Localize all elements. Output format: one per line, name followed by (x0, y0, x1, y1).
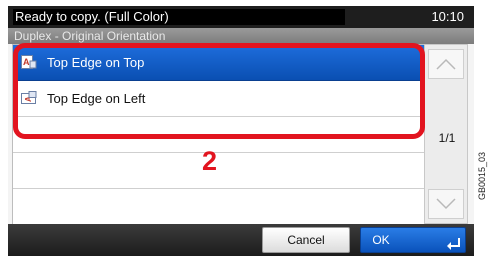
status-bar: Ready to copy. (Full Color) 10:10 (8, 6, 474, 28)
empty-row (13, 153, 425, 189)
figure-code: GB0015_03 (477, 151, 487, 200)
screen-title: Duplex - Original Orientation (14, 29, 166, 43)
scroll-up-button[interactable] (428, 49, 464, 79)
list-scroller: 1/1 (424, 44, 468, 224)
screen-title-bar: Duplex - Original Orientation (8, 28, 474, 44)
bottom-bar: Cancel OK (8, 224, 474, 256)
step-number: 2 (202, 146, 218, 176)
selection-highlight-callout (13, 43, 425, 139)
ok-button[interactable]: OK (360, 227, 466, 253)
scroll-down-button[interactable] (428, 189, 464, 219)
chevron-up-icon (436, 58, 456, 70)
page-indicator: 1/1 (438, 131, 456, 145)
status-time: 10:10 (431, 9, 464, 24)
ok-label: OK (372, 233, 390, 247)
status-message: Ready to copy. (Full Color) (13, 9, 345, 25)
enter-icon (447, 238, 460, 250)
chevron-down-icon (436, 198, 456, 210)
cancel-button[interactable]: Cancel (262, 227, 350, 253)
